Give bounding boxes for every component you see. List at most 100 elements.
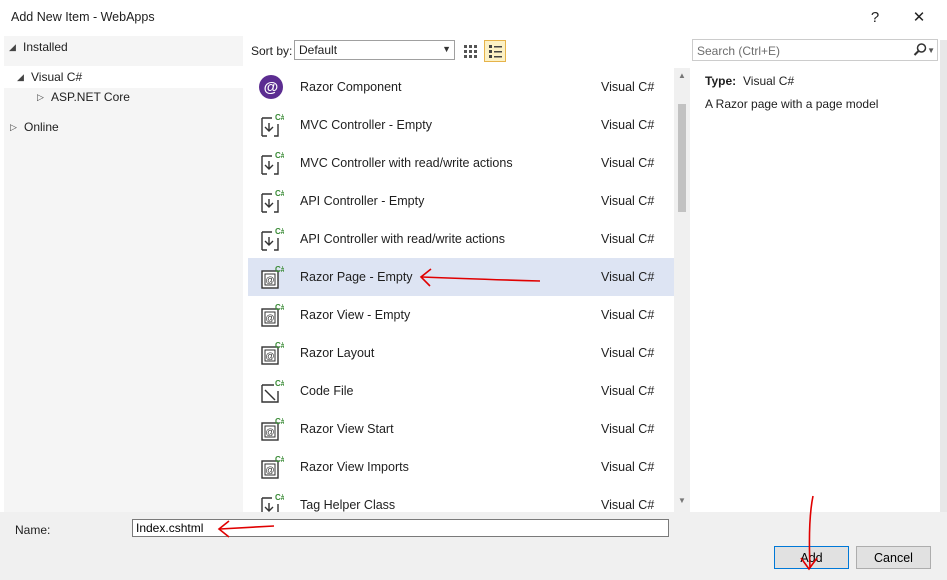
list-view-icon <box>489 45 502 58</box>
razor-page-icon: @C# <box>261 417 284 441</box>
svg-text:C#: C# <box>275 265 284 274</box>
tree-item-label: Installed <box>23 40 68 54</box>
template-row[interactable]: @C# Razor Page - Empty Visual C# <box>248 258 674 296</box>
template-language: Visual C# <box>601 118 655 132</box>
razor-page-icon: @C# <box>261 265 284 289</box>
svg-text:C#: C# <box>275 151 284 160</box>
svg-text:C#: C# <box>275 417 284 426</box>
search-icon[interactable] <box>913 42 927 58</box>
tree-item-installed[interactable]: ◢ Installed <box>9 36 68 58</box>
template-language: Visual C# <box>601 270 655 284</box>
svg-text:C#: C# <box>275 379 284 388</box>
scrollbar-thumb[interactable] <box>678 104 686 212</box>
name-label: Name: <box>15 523 51 537</box>
template-language: Visual C# <box>601 308 655 322</box>
template-row[interactable]: @C# Razor View - Empty Visual C# <box>248 296 674 334</box>
template-row[interactable]: @C# Razor View Imports Visual C# <box>248 448 674 486</box>
list-scrollbar[interactable]: ▲ ▼ <box>674 68 690 512</box>
sort-value: Default <box>299 43 338 57</box>
template-language: Visual C# <box>601 422 655 436</box>
title-bar: Add New Item - WebApps ? ✕ <box>0 0 947 34</box>
svg-text:C#: C# <box>275 189 284 198</box>
tree-item-aspnet-core[interactable]: ▷ ASP.NET Core <box>37 86 130 108</box>
template-row[interactable]: @ Razor Component Visual C# <box>248 68 674 106</box>
template-language: Visual C# <box>601 346 655 360</box>
tree-item-online[interactable]: ▷ Online <box>10 116 59 138</box>
grid-view-button[interactable] <box>459 40 481 62</box>
svg-text:@: @ <box>265 313 274 323</box>
template-name: Code File <box>300 384 354 398</box>
details-type-value: Visual C# <box>743 74 795 88</box>
controller-icon: C# <box>261 113 284 137</box>
search-placeholder: Search (Ctrl+E) <box>697 44 781 58</box>
background-window-edge <box>940 40 947 540</box>
svg-text:C#: C# <box>275 113 284 122</box>
template-name: Razor View Start <box>300 422 394 436</box>
template-language: Visual C# <box>601 232 655 246</box>
template-list: @ Razor Component Visual C# C# MVC Controlle… <box>248 68 690 512</box>
razor-page-icon: @C# <box>261 341 284 365</box>
details-type-label: Type: <box>705 74 737 88</box>
template-name: Razor View - Empty <box>300 308 411 322</box>
razor-page-icon: @C# <box>261 303 284 327</box>
controller-icon: C# <box>261 189 284 213</box>
svg-text:C#: C# <box>275 303 284 312</box>
help-button[interactable]: ? <box>862 4 888 30</box>
scroll-up-icon[interactable]: ▲ <box>674 71 690 85</box>
sort-toolbar: Sort by: Default ▼ <box>246 36 689 64</box>
code-file-icon: C# <box>261 379 284 403</box>
controller-icon: C# <box>261 151 284 175</box>
tree-item-label: Online <box>24 120 59 134</box>
sort-label: Sort by: <box>251 44 293 58</box>
collapse-triangle-icon[interactable]: ◢ <box>17 72 31 83</box>
controller-icon: C# <box>261 493 284 512</box>
scroll-down-icon[interactable]: ▼ <box>674 496 690 510</box>
search-options-icon[interactable]: ▼ <box>927 46 935 55</box>
template-row[interactable]: C# Code File Visual C# <box>248 372 674 410</box>
close-button[interactable]: ✕ <box>906 4 932 30</box>
sort-dropdown[interactable]: Default ▼ <box>294 40 455 60</box>
svg-text:@: @ <box>265 351 274 361</box>
template-name: Tag Helper Class <box>300 498 396 512</box>
expand-triangle-icon[interactable]: ▷ <box>10 122 24 133</box>
svg-text:@: @ <box>265 275 274 285</box>
template-language: Visual C# <box>601 498 655 512</box>
details-description: A Razor page with a page model <box>705 97 879 111</box>
template-row[interactable]: @C# Razor Layout Visual C# <box>248 334 674 372</box>
template-name: MVC Controller - Empty <box>300 118 432 132</box>
svg-text:@: @ <box>265 427 274 437</box>
svg-text:C#: C# <box>275 455 284 464</box>
template-name: API Controller with read/write actions <box>300 232 505 246</box>
tree-item-label: Visual C# <box>31 70 83 84</box>
svg-text:C#: C# <box>275 493 284 502</box>
window-title: Add New Item - WebApps <box>11 10 155 24</box>
collapse-triangle-icon[interactable]: ◢ <box>9 42 23 53</box>
template-language: Visual C# <box>601 80 655 94</box>
list-view-button[interactable] <box>484 40 506 62</box>
template-row[interactable]: C# API Controller with read/write actions… <box>248 220 674 258</box>
razor-page-icon: @C# <box>261 455 284 479</box>
template-row[interactable]: @C# Razor View Start Visual C# <box>248 410 674 448</box>
chevron-down-icon: ▼ <box>442 44 451 54</box>
template-language: Visual C# <box>601 156 655 170</box>
bottom-bar: Name: Add Cancel <box>0 512 947 580</box>
controller-icon: C# <box>261 227 284 251</box>
details-panel: Type: Visual C# A Razor page with a page… <box>693 66 943 512</box>
cancel-button[interactable]: Cancel <box>856 546 931 569</box>
razor-component-icon: @ <box>259 75 283 99</box>
name-input[interactable] <box>132 519 669 537</box>
tree-item-visual-csharp[interactable]: ◢ Visual C# <box>4 66 243 88</box>
expand-triangle-icon[interactable]: ▷ <box>37 92 51 103</box>
template-name: Razor View Imports <box>300 460 409 474</box>
template-row[interactable]: C# MVC Controller - Empty Visual C# <box>248 106 674 144</box>
search-box[interactable]: Search (Ctrl+E) ▼ <box>692 39 938 61</box>
template-language: Visual C# <box>601 384 655 398</box>
template-name: Razor Page - Empty <box>300 270 413 284</box>
template-language: Visual C# <box>601 194 655 208</box>
template-row[interactable]: C# MVC Controller with read/write actions… <box>248 144 674 182</box>
add-button[interactable]: Add <box>774 546 849 569</box>
template-row[interactable]: C# API Controller - Empty Visual C# <box>248 182 674 220</box>
svg-text:@: @ <box>264 79 279 96</box>
template-row[interactable]: C# Tag Helper Class Visual C# <box>248 486 674 512</box>
template-name: Razor Layout <box>300 346 375 360</box>
